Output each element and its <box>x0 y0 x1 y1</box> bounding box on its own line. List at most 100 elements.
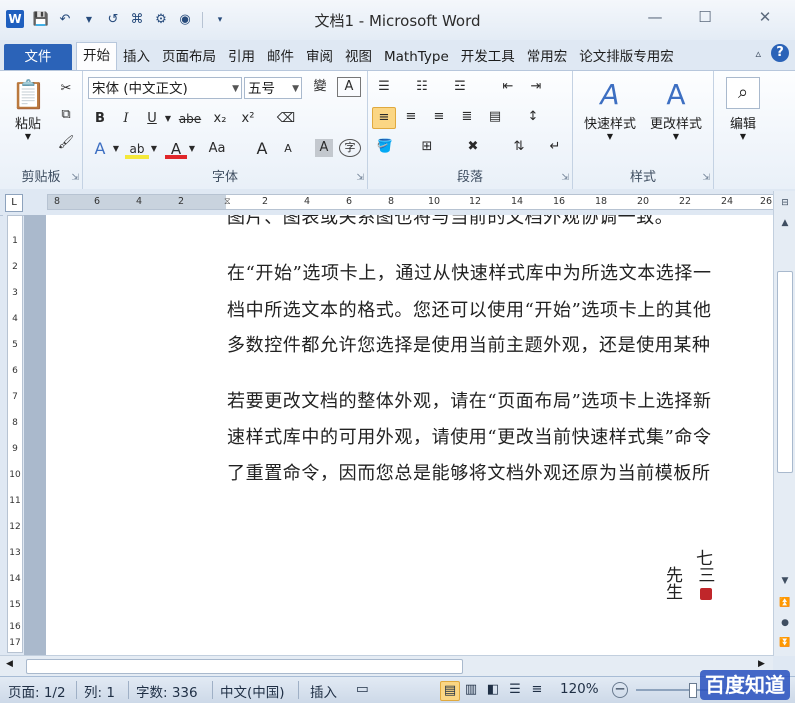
chevron-down-icon[interactable]: ▼ <box>187 139 197 159</box>
document-line[interactable]: 在“开始”选项卡上，通过从快速样式库中为所选文本选择一 <box>227 259 712 285</box>
distributed-button[interactable]: ▤ <box>484 107 506 127</box>
scroll-thumb[interactable] <box>777 271 793 473</box>
page-indicator[interactable]: 页面: 1/2 <box>8 681 66 701</box>
align-center-button[interactable]: ≡ <box>400 107 422 127</box>
select-browse-object-icon[interactable]: ● <box>777 615 793 631</box>
insert-mode[interactable]: 插入 <box>310 681 337 701</box>
next-page-icon[interactable]: ⏬ <box>777 635 793 651</box>
numbering-icon[interactable]: ☷ <box>412 77 432 97</box>
ruler-strip[interactable]: 8 6 4 2 ⧖ 2 4 6 8 10 12 14 16 18 20 22 2… <box>47 194 775 210</box>
character-shading-icon[interactable]: A <box>315 139 333 157</box>
sort-icon[interactable]: ⇅ <box>508 137 530 157</box>
underline-button[interactable]: U <box>141 109 163 129</box>
bold-button[interactable]: B <box>89 109 111 129</box>
highlight-color-icon[interactable]: ab <box>125 139 149 159</box>
tab-review[interactable]: 审阅 <box>300 44 339 70</box>
full-screen-reading-icon[interactable]: ▥ <box>462 681 480 699</box>
tab-view[interactable]: 视图 <box>339 44 378 70</box>
word-count[interactable]: 字数: 336 <box>136 681 198 701</box>
scroll-up-icon[interactable]: ▲ <box>777 215 793 231</box>
dialog-launcher-icon[interactable]: ⇲ <box>702 173 710 183</box>
document-line[interactable]: 若要更改文档的整体外观，请在“页面布局”选项卡上选择新 <box>227 387 712 413</box>
zoom-level[interactable]: 120% <box>560 681 599 697</box>
chevron-down-icon[interactable]: ▼ <box>111 139 121 159</box>
shading-icon[interactable]: 🪣 <box>374 137 396 157</box>
collapse-ribbon-icon[interactable]: ▵ <box>755 47 761 60</box>
clear-formatting-icon[interactable]: ⌫ <box>275 109 297 129</box>
tab-references[interactable]: 引用 <box>222 44 261 70</box>
document-page[interactable]: 图片、图表或关系图也将与当前的文档外观协调一致。 在“开始”选项卡上，通过从快速… <box>46 215 773 655</box>
font-name-select[interactable]: 宋体 (中文正文) ▼ <box>88 77 242 99</box>
cut-icon[interactable]: ✂ <box>56 79 76 99</box>
italic-button[interactable]: I <box>115 109 137 129</box>
decrease-indent-icon[interactable]: ⇤ <box>498 77 518 97</box>
character-border-icon[interactable]: A <box>337 77 361 97</box>
tab-mailings[interactable]: 邮件 <box>261 44 300 70</box>
quick-styles-button[interactable]: A 快速样式 ▼ <box>577 77 643 141</box>
tab-file[interactable]: 文件 <box>4 44 72 70</box>
close-button[interactable]: ✕ <box>750 6 780 28</box>
maximize-button[interactable]: ☐ <box>690 6 720 28</box>
grow-font-button[interactable]: A <box>251 139 273 159</box>
horizontal-scrollbar[interactable]: ◀ ▶ <box>0 655 773 676</box>
increase-indent-icon[interactable]: ⇥ <box>526 77 546 97</box>
change-case-button[interactable]: Aa <box>203 139 231 159</box>
horizontal-scroll-thumb[interactable] <box>26 659 463 674</box>
dialog-launcher-icon[interactable]: ⇲ <box>356 173 364 183</box>
strikethrough-button[interactable]: abe <box>177 109 203 129</box>
tab-page-layout[interactable]: 页面布局 <box>156 44 222 70</box>
chevron-down-icon[interactable]: ▼ <box>149 139 159 159</box>
superscript-button[interactable]: x² <box>237 109 259 129</box>
macro-record-icon[interactable]: ▭ <box>356 681 369 697</box>
dialog-launcher-icon[interactable]: ⇲ <box>561 173 569 183</box>
font-color-icon[interactable]: A <box>165 139 187 159</box>
text-effects-icon[interactable]: A <box>89 139 111 159</box>
font-size-select[interactable]: 五号 ▼ <box>244 77 302 99</box>
indent-marker-icon[interactable]: ⧖ <box>224 196 231 207</box>
document-line[interactable]: 速样式库中的可用外观，请使用“更改当前快速样式集”命令 <box>227 423 712 449</box>
document-line[interactable]: 了重置命令，因而您总是能够将文档外观还原为当前模板所 <box>227 459 711 485</box>
justify-button[interactable]: ≣ <box>456 107 478 127</box>
column-indicator[interactable]: 列: 1 <box>84 681 115 701</box>
chevron-down-icon[interactable]: ▼ <box>163 109 173 129</box>
help-icon[interactable]: ? <box>771 44 789 62</box>
align-right-button[interactable]: ≡ <box>428 107 450 127</box>
multilevel-list-icon[interactable]: ☲ <box>450 77 470 97</box>
vertical-ruler-strip[interactable]: 1 2 3 4 5 6 7 8 9 10 11 12 13 14 15 16 1… <box>7 215 23 653</box>
outline-view-icon[interactable]: ☰ <box>506 681 524 699</box>
phonetic-guide-icon[interactable]: 變 <box>309 77 331 97</box>
borders-icon[interactable]: ⊞ <box>416 137 438 157</box>
language-indicator[interactable]: 中文(中国) <box>220 681 285 701</box>
document-line[interactable]: 档中所选文本的格式。您还可以使用“开始”选项卡上的其他 <box>227 296 712 322</box>
document-line[interactable]: 图片、图表或关系图也将与当前的文档外观协调一致。 <box>227 215 673 229</box>
enclose-characters-icon[interactable]: 字 <box>339 139 361 157</box>
scroll-right-icon[interactable]: ▶ <box>758 659 765 669</box>
document-line[interactable]: 多数控件都允许您选择是使用当前主题外观，还是使用某种 <box>227 331 711 357</box>
tab-thesis-macros[interactable]: 论文排版专用宏 <box>573 44 680 70</box>
tab-selector-icon[interactable]: L <box>5 194 23 212</box>
line-spacing-icon[interactable]: ↕ <box>522 107 544 127</box>
tab-home[interactable]: 开始 <box>76 42 117 70</box>
chinese-layout-icon[interactable]: ✖ <box>462 137 484 157</box>
zoom-slider-thumb[interactable] <box>689 683 697 698</box>
minimize-button[interactable]: — <box>640 6 670 28</box>
scroll-down-icon[interactable]: ▼ <box>777 573 793 589</box>
format-painter-icon[interactable]: 🖌 <box>56 133 76 153</box>
show-marks-icon[interactable]: ↵ <box>544 137 566 157</box>
ruler-toggle-icon[interactable]: ⊟ <box>777 195 793 211</box>
vertical-scrollbar[interactable]: ⊟ ▲ ▼ ⏫ ● ⏬ <box>773 191 795 656</box>
shrink-font-button[interactable]: A <box>277 139 299 159</box>
paste-button[interactable]: 📋 粘贴 ▼ <box>6 77 50 141</box>
bullets-icon[interactable]: ☰ <box>374 77 394 97</box>
tab-mathtype[interactable]: MathType <box>378 44 455 70</box>
subscript-button[interactable]: x₂ <box>209 109 231 129</box>
align-left-button[interactable]: ≡ <box>372 107 396 129</box>
previous-page-icon[interactable]: ⏫ <box>777 595 793 611</box>
scroll-left-icon[interactable]: ◀ <box>6 659 13 669</box>
editing-button[interactable]: ⌕ 编辑 ▼ <box>720 77 766 141</box>
change-styles-button[interactable]: A 更改样式 ▼ <box>643 77 709 141</box>
tab-common-macros[interactable]: 常用宏 <box>521 44 574 70</box>
dialog-launcher-icon[interactable]: ⇲ <box>71 173 79 183</box>
zoom-out-button[interactable]: − <box>612 682 628 698</box>
draft-view-icon[interactable]: ≡ <box>528 681 546 699</box>
